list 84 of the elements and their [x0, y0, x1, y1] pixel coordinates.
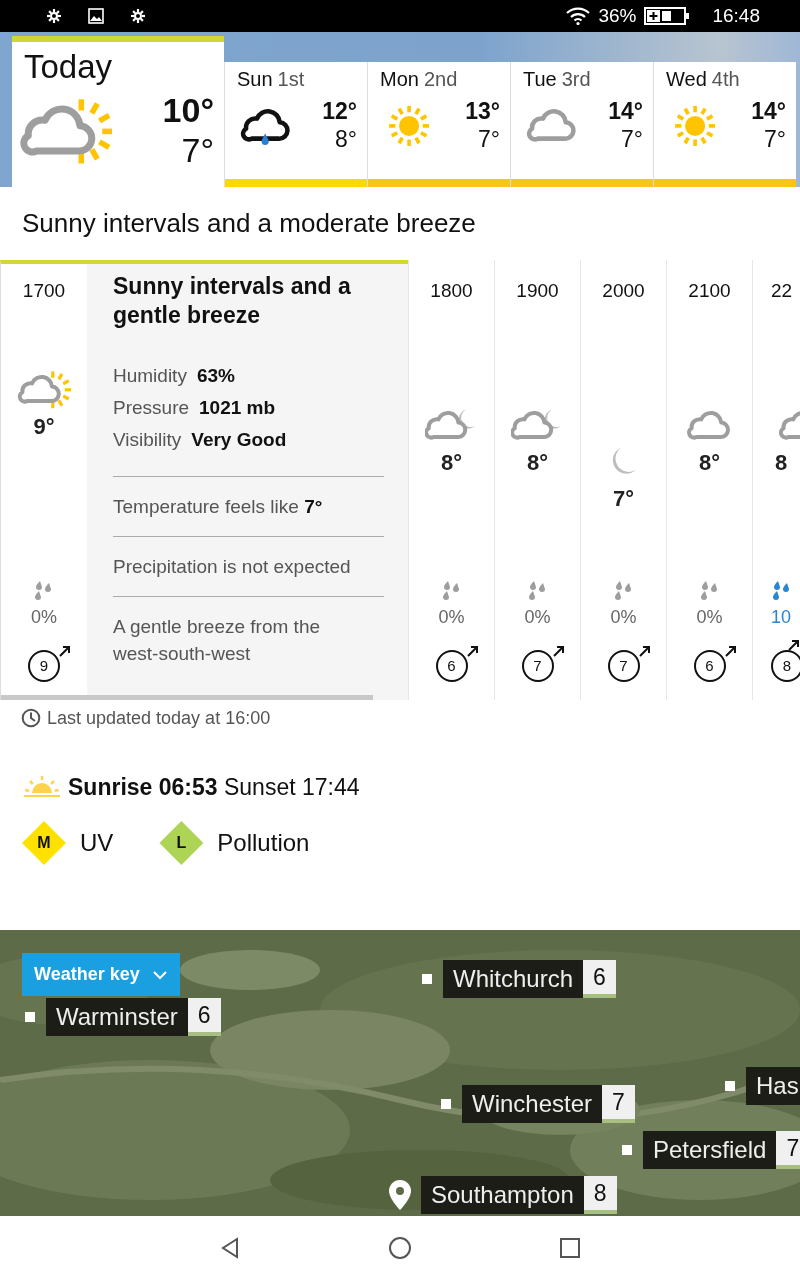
stat-value: Very Good [191, 428, 287, 452]
stat-value: 63% [196, 364, 235, 388]
low-temperature: 7° [478, 125, 500, 153]
day-tab[interactable]: Tue 3rd 14° 7° [510, 62, 653, 187]
day-tab[interactable]: Wed 4th 14° 7° [653, 62, 796, 187]
day-date: 4th [711, 68, 740, 91]
expanded-hour-panel[interactable]: 1700 9° 0% 9 Sunny intervals and a gentle breeze Humidity 63% Pressure 1021 mb Visibility Very Good Temperature feels like 7° Precipitation is not expected A gentle breeze from the west-south-west [0, 260, 408, 700]
stat-value: 1021 mb [199, 396, 276, 420]
wind-speed: 6 [693, 650, 726, 682]
hour-temperature: 8 [775, 449, 788, 477]
stat-label: Pressure [113, 396, 190, 420]
high-temperature: 12° [322, 97, 357, 125]
place-name[interactable]: Petersfield [643, 1131, 777, 1169]
wind-speed: 7 [521, 650, 554, 682]
precipitation-chance: 0% [696, 606, 723, 628]
day-name: Tue [523, 68, 557, 91]
high-temperature: 10° [162, 90, 214, 130]
place-temperature: 6 [583, 960, 616, 998]
hour-time: 2000 [602, 279, 645, 303]
wind-speed: 9 [28, 650, 60, 682]
high-temperature: 14° [751, 97, 786, 125]
hour-temperature: 7° [612, 485, 634, 513]
day-date: 3rd [561, 68, 591, 91]
hour-temperature: 9° [33, 413, 55, 441]
precipitation-chance: 10 [771, 606, 792, 628]
low-temperature: 7° [764, 125, 786, 153]
day-tab[interactable]: Today 10° 7° [12, 36, 224, 187]
high-temperature: 14° [608, 97, 643, 125]
hour-time: 1800 [430, 279, 473, 303]
place-name[interactable]: Whitchurch [443, 960, 584, 998]
detail-title: Sunny intervals and a gentle breeze [113, 272, 352, 330]
day-tab[interactable]: Mon 2nd 13° 7° [367, 62, 510, 187]
precipitation-chance: 0% [610, 606, 637, 628]
index-label: UV [80, 829, 114, 857]
wind-speed: 7 [607, 650, 640, 682]
hour-column[interactable]: 2100 8° 0% 6 [666, 260, 752, 700]
clock-time: 16:48 [712, 5, 760, 27]
day-name: Today [24, 48, 113, 86]
sunrise-sunset-text: Sunrise 06:53 Sunset 17:44 [68, 773, 360, 801]
hour-column[interactable]: 1900 8° 0% 7 [494, 260, 580, 700]
place-temperature: 7 [776, 1131, 800, 1169]
hour-time: 1900 [516, 279, 559, 303]
hour-column[interactable]: 1800 8° 0% 6 [408, 260, 494, 700]
index-label: Pollution [217, 829, 310, 857]
detail-text: A gentle breeze from the west-south-west [113, 615, 321, 666]
place-name[interactable]: Warminster [46, 998, 188, 1036]
detail-text: Temperature feels like 7° [113, 477, 384, 537]
wind-speed: 6 [435, 650, 468, 682]
place-temperature: 6 [187, 998, 221, 1036]
day-tab[interactable]: Sun 1st 12° 8° [224, 62, 367, 187]
place-name[interactable]: Southampton [421, 1176, 584, 1214]
stat-label: Visibility [113, 428, 182, 452]
day-date: 2nd [423, 68, 458, 91]
low-temperature: 8° [335, 125, 357, 153]
wind-speed: 8 [771, 650, 800, 682]
last-updated-text: Last updated today at 16:00 [47, 707, 271, 729]
place-temperature: 7 [602, 1085, 635, 1123]
high-temperature: 13° [465, 97, 500, 125]
hour-time: 2100 [688, 279, 731, 303]
hour-column[interactable]: 2000 7° 0% 7 [580, 260, 666, 700]
place-name[interactable]: Winchester [462, 1085, 603, 1123]
battery-percentage: 36% [598, 5, 637, 27]
low-temperature: 7° [621, 125, 643, 153]
hour-time: 22 [771, 279, 793, 303]
hour-column[interactable]: 22 8 10 8 [752, 260, 800, 700]
stat-label: Humidity [113, 364, 187, 388]
hour-temperature: 8° [698, 449, 720, 477]
place-temperature: 8 [583, 1176, 617, 1214]
level-badge: L [159, 821, 204, 865]
low-temperature: 7° [181, 130, 214, 170]
hour-temperature: 8° [526, 449, 548, 477]
forecast-summary: Sunny intervals and a moderate breeze [21, 207, 477, 240]
hour-temperature: 8° [440, 449, 462, 477]
precipitation-chance: 0% [438, 606, 465, 628]
place-name[interactable]: Has [746, 1067, 800, 1105]
day-name: Wed [666, 68, 707, 91]
day-date: 1st [277, 68, 305, 91]
day-name: Sun [237, 68, 273, 91]
level-badge: M [22, 821, 66, 865]
detail-text: Precipitation is not expected [113, 537, 384, 597]
hour-time: 1700 [22, 279, 66, 303]
precipitation-chance: 0% [31, 606, 57, 628]
precipitation-chance: 0% [524, 606, 551, 628]
day-name: Mon [380, 68, 419, 91]
